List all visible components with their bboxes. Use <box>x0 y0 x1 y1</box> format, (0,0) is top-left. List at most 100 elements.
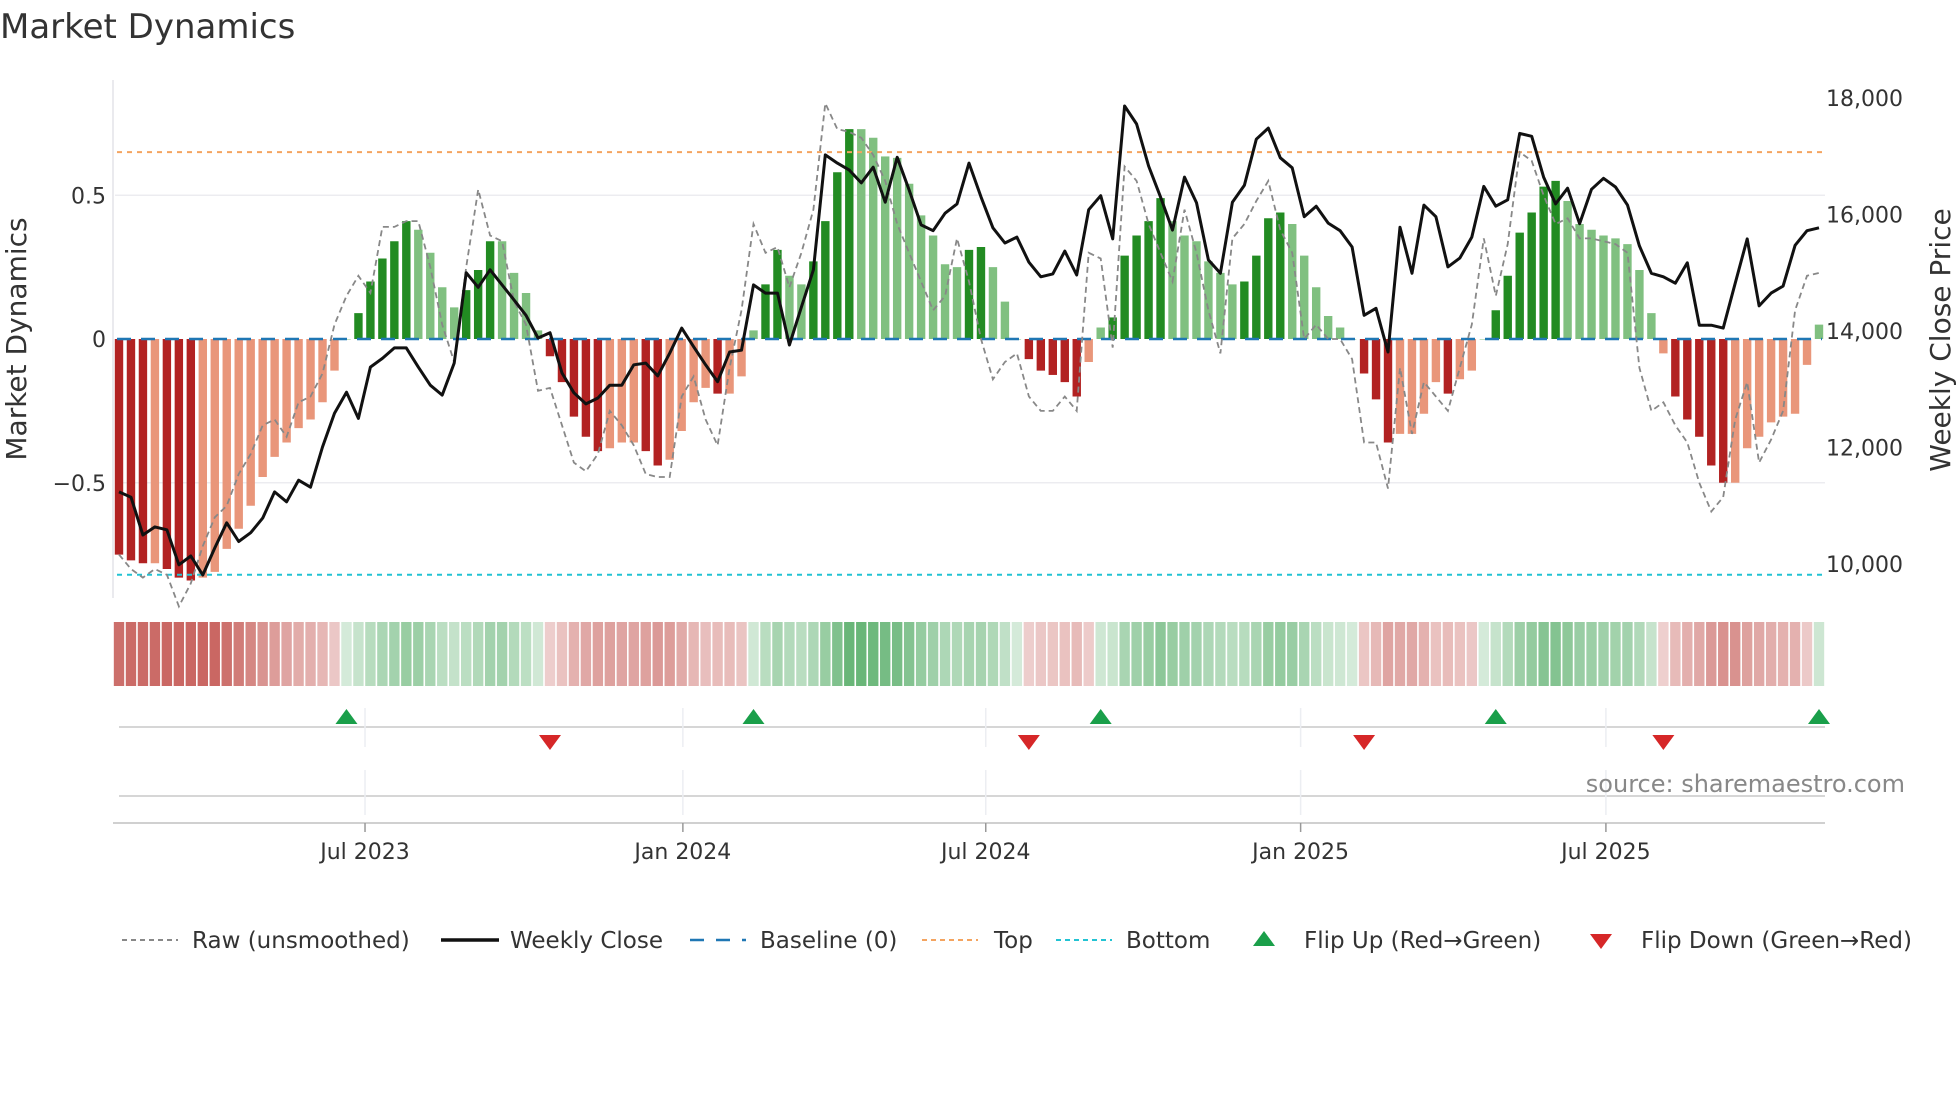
dynamics-bar <box>1383 339 1393 443</box>
heat-strip-cell <box>556 622 568 686</box>
dynamics-bar <box>1419 339 1429 414</box>
dynamics-bar <box>126 339 136 561</box>
series-lines <box>118 100 1820 609</box>
heat-strip-cell <box>1418 622 1430 686</box>
dynamics-bar <box>390 241 399 339</box>
dynamics-bar <box>1264 218 1273 339</box>
dynamics-bar <box>1132 235 1141 339</box>
heat-strip-cell <box>1550 622 1561 686</box>
heat-strip-cell <box>1789 622 1801 686</box>
heat-strip-cell <box>449 622 460 686</box>
heat-strip-cell <box>628 622 639 686</box>
weekly-close-line <box>118 104 1820 577</box>
heat-strip-cell <box>927 622 939 686</box>
heat-strip-cell <box>233 622 244 686</box>
dynamics-bar <box>892 157 902 339</box>
heat-strip-cell <box>1694 622 1705 686</box>
heat-strip-cell <box>1370 622 1382 686</box>
dynamics-bar <box>294 339 303 429</box>
dynamics-bar <box>378 258 387 339</box>
heat-strip-cell <box>700 622 711 686</box>
heat-strip-cell <box>856 622 867 686</box>
y2-tick-label: 18,000 <box>1826 87 1903 112</box>
heat-strip-cell <box>1610 622 1621 686</box>
heat-strip-cell <box>1813 622 1825 686</box>
heat-strip-cell <box>640 622 651 686</box>
heat-strip-cell <box>844 622 855 686</box>
heat-strip-cell <box>1131 622 1142 686</box>
flip-up-marker <box>742 709 765 724</box>
dynamics-bar <box>641 339 650 452</box>
legend-label: Weekly Close <box>510 928 663 954</box>
heat-strip-cell <box>1227 622 1238 686</box>
heat-strip-cell <box>1442 622 1454 686</box>
dynamics-bar <box>246 339 255 506</box>
dynamics-bar <box>1635 270 1644 339</box>
dynamics-bar <box>857 129 866 339</box>
heat-strip-cell <box>1490 622 1501 686</box>
heat-strip-cell <box>1203 622 1214 686</box>
dynamics-bar <box>713 339 722 394</box>
legend-label: Bottom <box>1126 928 1210 954</box>
heat-strip-cell <box>1035 622 1047 686</box>
y-axis-title: Market Dynamics <box>0 217 33 460</box>
heat-strip-cell <box>269 622 280 686</box>
heat-strip-cell <box>796 622 807 686</box>
heat-strip-cell <box>1071 622 1082 686</box>
heat-strip-cell <box>377 622 388 686</box>
heat-strip-cell <box>532 622 544 686</box>
heat-strip-cell <box>161 622 173 686</box>
heat-strip-cell <box>1526 622 1537 686</box>
heat-strip-cell <box>137 622 149 686</box>
dynamics-bar <box>833 172 842 339</box>
heat-strip-cell <box>341 622 352 686</box>
legend-label: Raw (unsmoothed) <box>192 928 410 954</box>
heat-strip-cell <box>712 622 723 686</box>
heat-strip-cell <box>544 622 556 686</box>
dynamics-bar <box>725 339 734 394</box>
heat-strip-cell <box>820 622 831 686</box>
heat-strip-cell <box>305 622 316 686</box>
dynamics-bar <box>988 267 998 339</box>
dynamics-bar <box>952 267 962 339</box>
heat-strip-cell <box>808 622 819 686</box>
dynamics-bar <box>1695 339 1704 437</box>
heat-strip-cell <box>1765 622 1777 686</box>
heat-strip <box>113 622 1825 686</box>
dynamics-bar <box>354 313 363 339</box>
dynamics-bar <box>1204 261 1213 339</box>
heat-strip-cell <box>616 622 628 686</box>
heat-strip-cell <box>1801 622 1813 686</box>
heat-strip-cell <box>1646 622 1657 686</box>
dynamics-bar <box>198 339 208 578</box>
heat-strip-cell <box>1322 622 1334 686</box>
heat-strip-cell <box>1730 622 1741 686</box>
dynamics-bar <box>1276 212 1285 339</box>
heat-strip-cell <box>664 622 675 686</box>
heat-strip-cell <box>1167 622 1178 686</box>
source-label: source: sharemaestro.com <box>1586 770 1905 798</box>
heat-strip-cell <box>1706 622 1717 686</box>
heat-strip-cell <box>1047 622 1058 686</box>
heat-strip-cell <box>1083 622 1094 686</box>
heat-strip-cell <box>197 622 208 686</box>
heat-strip-cell <box>1478 622 1489 686</box>
heat-strip-cell <box>185 622 197 686</box>
dynamics-bar <box>1659 339 1668 354</box>
chart-title: Market Dynamics <box>0 7 295 47</box>
heat-strip-cell <box>484 622 496 686</box>
heat-strip-cell <box>113 622 125 686</box>
heat-strip-cell <box>891 622 903 686</box>
heat-strip-cell <box>293 622 304 686</box>
y-tick-label: 0 <box>92 328 106 353</box>
dynamics-bar <box>1467 339 1477 371</box>
heat-strip-cell <box>1251 622 1262 686</box>
dynamics-bar <box>940 264 950 339</box>
heat-strip-cell <box>317 622 328 686</box>
heat-strip-cell <box>939 622 951 686</box>
heat-strip-cell <box>1622 622 1633 686</box>
heat-strip-cell <box>1239 622 1250 686</box>
heat-strip-cell <box>1179 622 1190 686</box>
dynamics-bar <box>1060 339 1069 383</box>
dynamics-bar <box>605 339 615 449</box>
